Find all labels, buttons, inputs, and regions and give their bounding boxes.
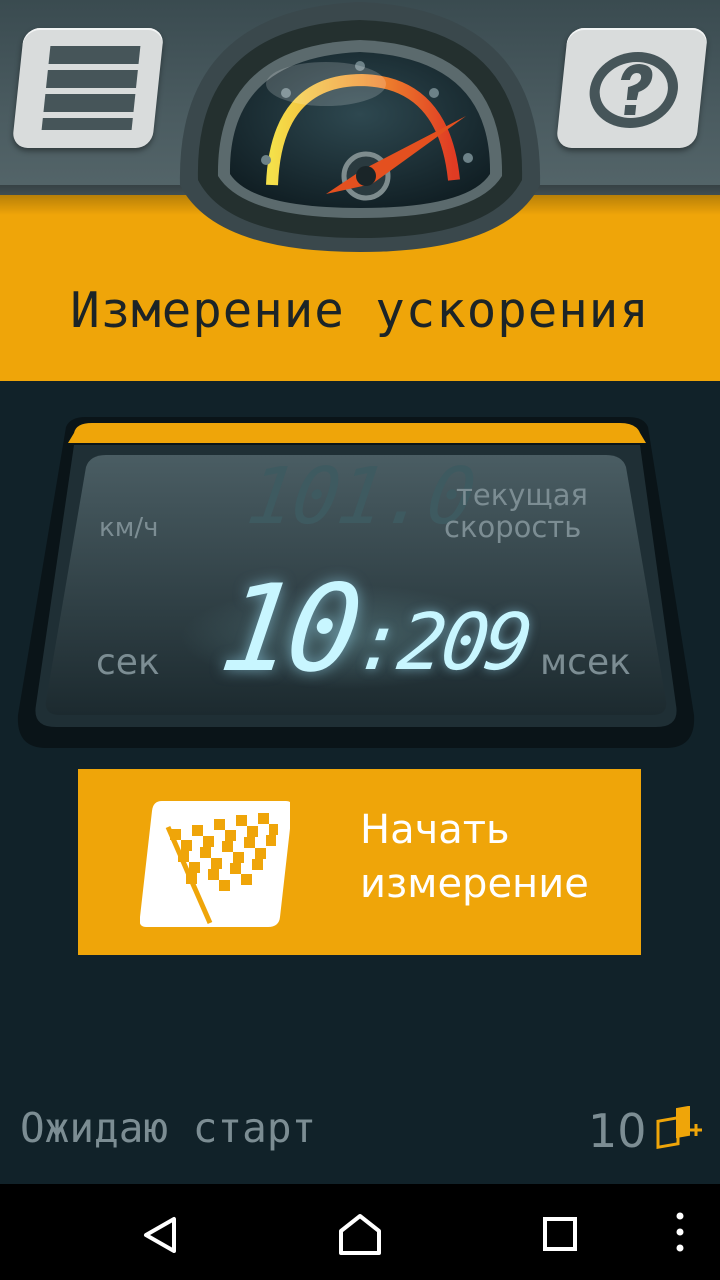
gps-signal-icon <box>656 1106 702 1150</box>
elapsed-seconds-value: 10 <box>212 560 365 699</box>
status-text: Ожидаю старт <box>20 1104 317 1152</box>
help-button[interactable] <box>555 28 709 148</box>
app-root: Измерение ускорения км/ч 101.0 текущая с… <box>0 0 720 1280</box>
speed-caption-line1: текущая <box>456 478 588 512</box>
speed-caption-line2: скорость <box>444 510 582 544</box>
back-icon[interactable] <box>130 1184 190 1280</box>
start-label-line1: Начать <box>360 807 510 853</box>
home-icon[interactable] <box>330 1184 390 1280</box>
start-measurement-button[interactable]: Начать измерение <box>78 769 641 955</box>
milliseconds-unit-label: мсек <box>540 642 631 683</box>
start-label-line2: измерение <box>360 861 589 907</box>
elapsed-milliseconds-value: :209 <box>349 598 535 688</box>
system-navigation-bar <box>0 1184 720 1280</box>
speedometer-icon <box>179 2 541 252</box>
speed-unit-label: км/ч <box>99 513 159 543</box>
help-icon <box>589 52 678 128</box>
satellite-count: 10 <box>588 1104 647 1158</box>
page-title: Измерение ускорения <box>70 282 650 339</box>
checkered-flag-icon <box>140 801 290 927</box>
seconds-unit-label: сек <box>96 642 160 683</box>
more-icon[interactable] <box>660 1184 700 1280</box>
recents-icon[interactable] <box>530 1184 590 1280</box>
start-button-label: Начать измерение <box>360 803 589 911</box>
menu-button[interactable] <box>11 28 165 148</box>
